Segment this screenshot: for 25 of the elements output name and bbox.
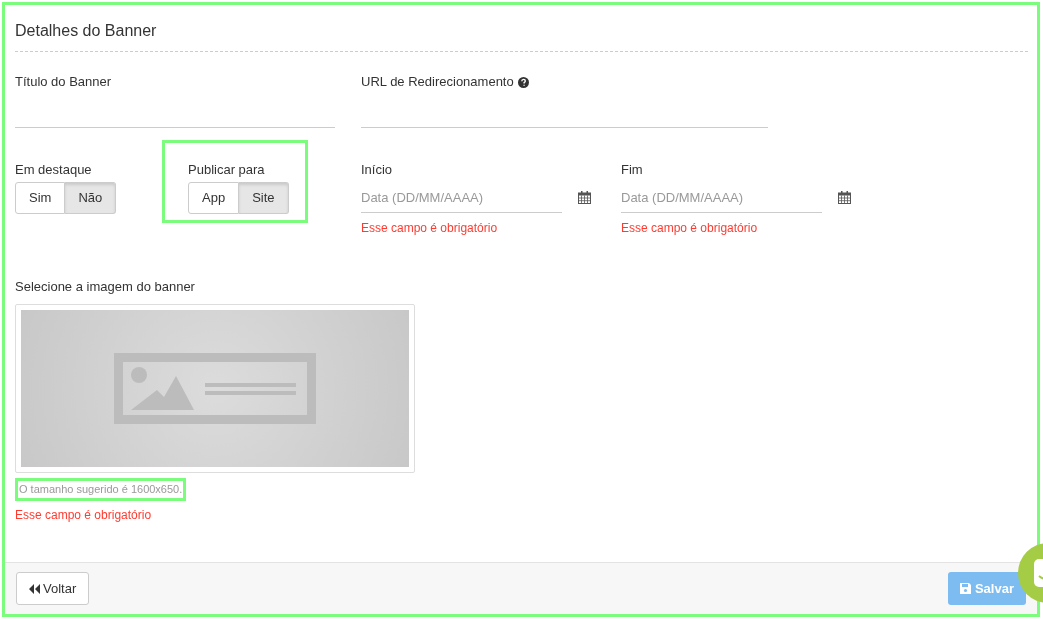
field-label: Selecione a imagem do banner xyxy=(15,278,195,293)
toggle-option[interactable]: Site xyxy=(239,182,289,214)
toggle-option[interactable]: Sim xyxy=(15,182,66,214)
calendar-icon[interactable] xyxy=(838,191,851,204)
toggle-option[interactable]: Não xyxy=(65,182,117,214)
field-label: Início xyxy=(361,161,394,176)
field-label: Fim xyxy=(621,161,644,176)
error-message: Esse campo é obrigatório xyxy=(621,220,759,237)
toggle-option[interactable]: App xyxy=(188,182,240,214)
field-label: URL de Redirecionamento xyxy=(361,73,514,92)
size-hint: O tamanho sugerido é 1600x650. xyxy=(15,478,187,501)
panel-title: Detalhes do Banner xyxy=(15,21,158,41)
image-upload-frame[interactable] xyxy=(15,304,415,473)
date-input-field[interactable]: Data (DD/MM/AAAA) xyxy=(361,182,562,213)
calendar-icon[interactable] xyxy=(578,191,591,204)
field-label: Publicar para xyxy=(188,161,266,176)
field-label: Título do Banner xyxy=(15,73,112,92)
help-icon xyxy=(517,76,529,88)
error-message: Esse campo é obrigatório xyxy=(15,506,152,524)
back-button[interactable]: Voltar xyxy=(16,572,90,605)
image-placeholder-icon xyxy=(114,353,316,424)
error-message: Esse campo é obrigatório xyxy=(361,220,499,237)
double-arrow-left-icon xyxy=(29,583,40,594)
date-input-field[interactable]: Data (DD/MM/AAAA) xyxy=(621,182,822,213)
field-label: Em destaque xyxy=(15,161,93,176)
